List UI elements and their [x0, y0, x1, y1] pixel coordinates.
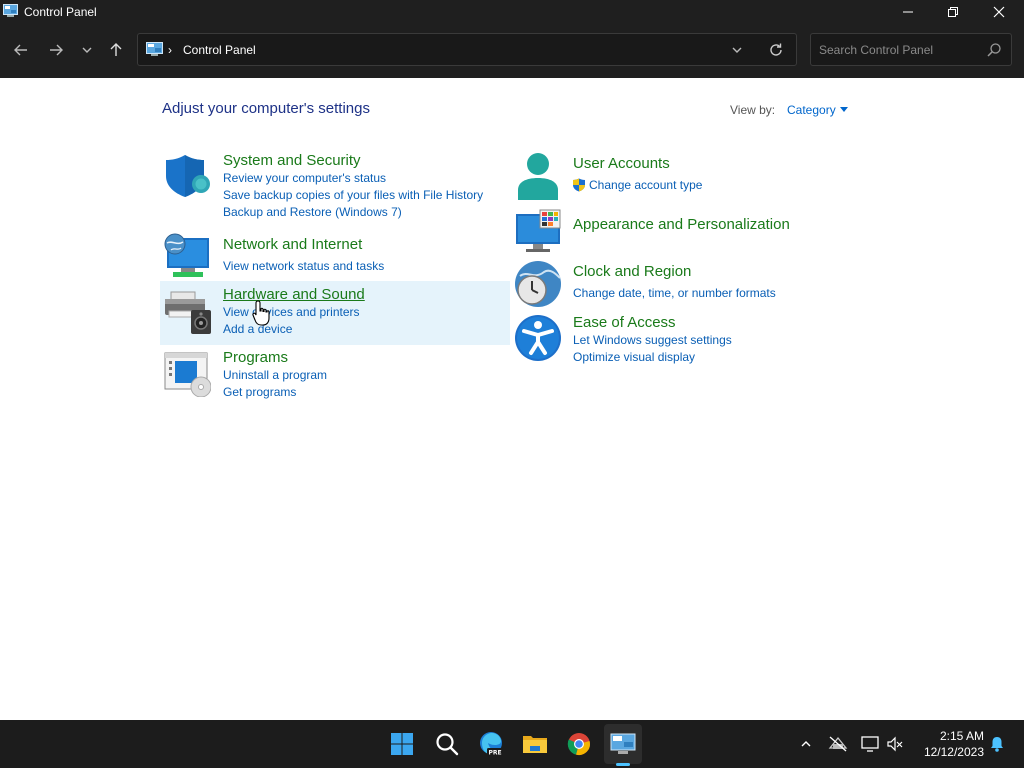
caret-down-icon[interactable]	[840, 107, 848, 112]
restore-icon	[948, 7, 958, 17]
control-panel-icon	[146, 42, 163, 56]
category-link[interactable]: Change date, time, or number formats	[573, 286, 776, 300]
chevron-down-icon	[82, 47, 92, 53]
up-button[interactable]	[104, 38, 128, 62]
view-by-dropdown[interactable]: Category	[787, 103, 836, 117]
category-title[interactable]: Hardware and Sound	[223, 286, 365, 303]
breadcrumb[interactable]: Control Panel	[183, 43, 256, 57]
taskbar-edge-button[interactable]: PRE	[475, 728, 507, 760]
svg-text:PRE: PRE	[488, 750, 501, 757]
close-button[interactable]	[976, 0, 1022, 24]
category-programs: Programs Uninstall a program Get program…	[163, 349, 503, 401]
navigation-bar: › Control Panel	[0, 24, 1024, 78]
category-link[interactable]: Get programs	[223, 385, 296, 399]
hand-cursor-icon	[252, 300, 270, 326]
chevron-up-icon	[801, 741, 811, 747]
bell-icon	[991, 737, 1003, 752]
clock-date: 12/12/2023	[923, 745, 984, 759]
monitor-icon	[861, 736, 879, 752]
minimize-icon	[903, 11, 913, 13]
category-title[interactable]: User Accounts	[573, 155, 670, 172]
clock-globe-icon[interactable]	[514, 260, 562, 308]
category-title[interactable]: Clock and Region	[573, 263, 691, 280]
clock-time: 2:15 AM	[939, 729, 984, 743]
taskbar-control-panel-button[interactable]	[607, 728, 639, 760]
category-title[interactable]: Appearance and Personalization	[573, 216, 790, 233]
category-link[interactable]: Save backup copies of your files with Fi…	[223, 188, 483, 202]
category-title[interactable]: System and Security	[223, 152, 361, 169]
control-panel-icon	[3, 4, 18, 17]
title-bar: Control Panel	[0, 0, 1024, 24]
category-system-and-security: System and Security Review your computer…	[163, 152, 503, 222]
forward-button[interactable]	[44, 38, 68, 62]
edge-pre-icon: PRE	[480, 732, 503, 757]
taskbar: PRE 2:15 AM 12/12/2023	[0, 720, 1024, 768]
back-button[interactable]	[9, 38, 33, 62]
network-globe-icon[interactable]	[163, 232, 211, 280]
refresh-icon[interactable]	[768, 42, 784, 58]
taskbar-file-explorer-button[interactable]	[519, 728, 551, 760]
programs-disc-icon[interactable]	[163, 349, 211, 397]
arrow-up-icon	[110, 43, 122, 56]
notifications-button[interactable]	[987, 734, 1007, 754]
search-icon	[436, 733, 459, 756]
taskbar-chrome-button[interactable]	[563, 728, 595, 760]
taskbar-clock[interactable]: 2:15 AM 12/12/2023	[912, 728, 984, 760]
category-link[interactable]: Change account type	[589, 178, 702, 192]
network-disconnected-icon	[828, 736, 848, 752]
chrome-icon	[567, 733, 590, 755]
monitor-palette-icon[interactable]	[514, 208, 562, 256]
user-icon[interactable]	[514, 152, 562, 200]
speaker-muted-icon	[887, 736, 903, 752]
file-explorer-icon	[523, 736, 547, 753]
category-link[interactable]: Backup and Restore (Windows 7)	[223, 205, 402, 219]
category-link[interactable]: Uninstall a program	[223, 368, 327, 382]
category-link[interactable]: Let Windows suggest settings	[573, 333, 732, 347]
control-panel-icon	[610, 733, 636, 754]
minimize-button[interactable]	[885, 0, 931, 24]
close-icon	[993, 6, 1005, 18]
printer-speaker-icon[interactable]	[163, 286, 211, 334]
breadcrumb-separator: ›	[168, 43, 172, 57]
category-appearance-and-personalization: Appearance and Personalization	[514, 208, 854, 252]
restore-button[interactable]	[930, 0, 976, 24]
category-link[interactable]: View network status and tasks	[223, 259, 384, 273]
shield-icon[interactable]	[163, 152, 211, 200]
arrow-left-icon	[14, 44, 27, 56]
category-ease-of-access: Ease of Access Let Windows suggest setti…	[514, 314, 854, 366]
address-bar[interactable]: › Control Panel	[137, 33, 797, 66]
category-link[interactable]: Optimize visual display	[573, 350, 695, 364]
category-link[interactable]: View devices and printers	[223, 305, 360, 319]
accessibility-icon[interactable]	[514, 314, 562, 362]
search-icon[interactable]	[986, 42, 1002, 58]
search-input[interactable]	[811, 34, 981, 65]
display-tray-button[interactable]	[860, 734, 880, 754]
arrow-right-icon	[50, 44, 63, 56]
network-tray-button[interactable]	[828, 734, 848, 754]
category-hardware-and-sound: Hardware and Sound View devices and prin…	[163, 286, 503, 338]
category-user-accounts: User Accounts Change account type	[514, 152, 854, 202]
search-box	[810, 33, 1012, 66]
chevron-down-icon[interactable]	[730, 43, 744, 57]
recent-locations-button[interactable]	[75, 38, 99, 62]
category-network-and-internet: Network and Internet View network status…	[163, 232, 503, 280]
start-button[interactable]	[386, 728, 418, 760]
active-app-indicator	[616, 763, 630, 766]
category-title[interactable]: Network and Internet	[223, 236, 362, 253]
window-title: Control Panel	[24, 5, 97, 19]
volume-tray-button[interactable]	[885, 734, 905, 754]
category-link[interactable]: Review your computer's status	[223, 171, 386, 185]
view-by-label: View by:	[730, 103, 776, 117]
uac-shield-icon	[573, 178, 585, 192]
start-icon	[391, 733, 413, 755]
taskbar-search-button[interactable]	[431, 728, 463, 760]
category-title[interactable]: Programs	[223, 349, 288, 366]
show-hidden-icons-button[interactable]	[796, 734, 816, 754]
category-title[interactable]: Ease of Access	[573, 314, 676, 331]
page-heading: Adjust your computer's settings	[162, 100, 370, 117]
category-clock-and-region: Clock and Region Change date, time, or n…	[514, 260, 854, 310]
